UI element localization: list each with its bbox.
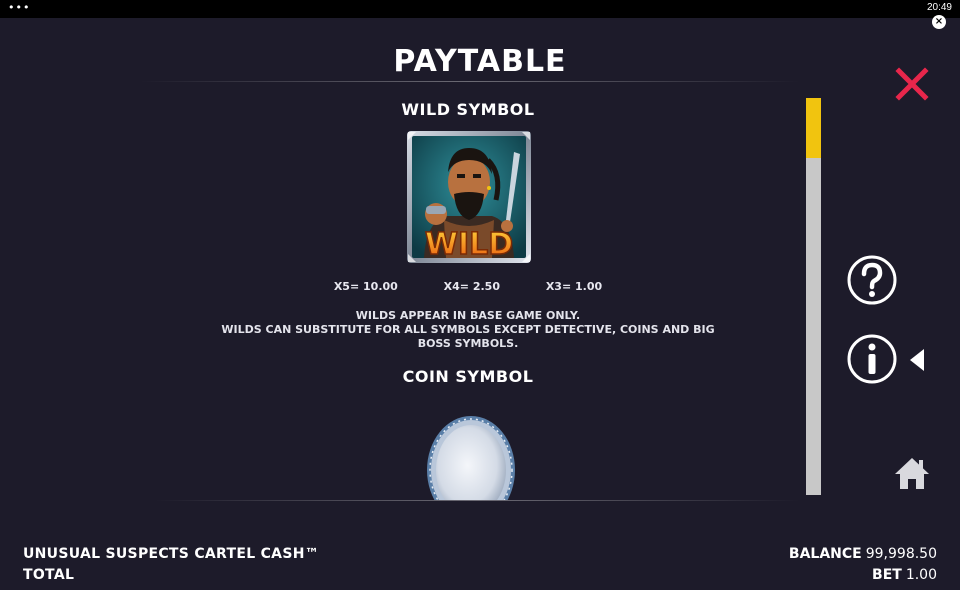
page-title: PAYTABLE <box>393 44 567 79</box>
info-icon[interactable] <box>846 333 898 385</box>
close-icon[interactable] <box>894 66 930 102</box>
paytable-content[interactable]: WILD SYMBOL WILD X5= 10.00 X4= 2.50 X3= … <box>140 82 800 500</box>
status-bar: ••• 20:49 <box>0 0 960 18</box>
total-label: TOTAL <box>23 567 75 583</box>
coin-symbol-image <box>427 416 515 500</box>
wild-description-line: WILDS CAN SUBSTITUTE FOR ALL SYMBOLS EXC… <box>221 323 715 336</box>
wild-symbol-image: WILD <box>407 131 531 263</box>
wild-section-title: WILD SYMBOL <box>401 100 535 119</box>
coin-section-title: COIN SYMBOL <box>402 367 534 386</box>
menu-dots-icon[interactable]: ••• <box>8 1 30 14</box>
balance-label: BALANCE <box>788 546 862 562</box>
bet-label: BET <box>872 567 902 583</box>
balance-value: 99,998.50 <box>865 546 937 562</box>
bottom-divider <box>155 500 800 501</box>
wild-description: WILDS APPEAR IN BASE GAME ONLY. WILDS CA… <box>140 309 796 351</box>
bet-value: 1.00 <box>905 567 937 583</box>
wild-description-line: BOSS SYMBOLS. <box>417 337 519 350</box>
clock: 20:49 <box>926 2 952 13</box>
wild-description-line: WILDS APPEAR IN BASE GAME ONLY. <box>355 309 581 322</box>
question-icon[interactable] <box>846 254 898 306</box>
wild-symbol-text: WILD <box>425 227 513 262</box>
active-indicator-arrow-icon <box>910 349 924 371</box>
payout-x4: X4= 2.50 <box>443 280 500 293</box>
footer-right: BALANCE 99,998.50 BET 1.00 <box>789 544 937 586</box>
balance-row: BALANCE 99,998.50 <box>789 544 937 565</box>
home-icon[interactable] <box>893 455 931 491</box>
footer-left: UNUSUAL SUSPECTS CARTEL CASH™ TOTAL <box>23 544 319 586</box>
close-small-icon[interactable]: × <box>932 15 946 29</box>
wild-payouts: X5= 10.00 X4= 2.50 X3= 1.00 <box>140 280 796 293</box>
payout-x3: X3= 1.00 <box>545 280 603 293</box>
game-name: UNUSUAL SUSPECTS CARTEL CASH™ <box>23 546 320 562</box>
scrollbar-thumb[interactable] <box>806 98 821 158</box>
bet-row: BET 1.00 <box>789 565 937 586</box>
payout-x5: X5= 10.00 <box>333 280 398 293</box>
